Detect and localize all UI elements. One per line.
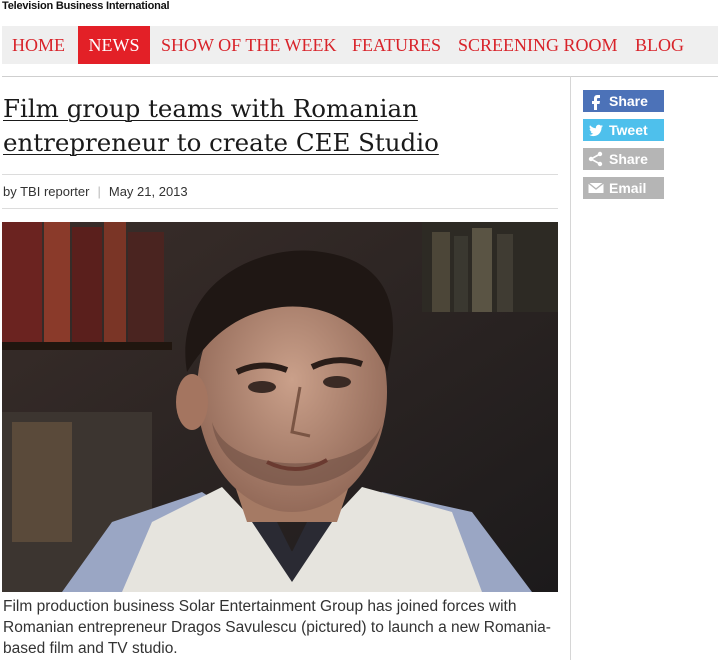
nav-news[interactable]: NEWS bbox=[78, 26, 150, 64]
photo-caption: Film production business Solar Entertain… bbox=[3, 598, 551, 657]
twitter-bird-icon bbox=[589, 124, 603, 137]
main-nav: HOME NEWS SHOW OF THE WEEK FEATURES SCRE… bbox=[2, 26, 718, 64]
nav-home[interactable]: HOME bbox=[12, 26, 65, 64]
nav-screening-room[interactable]: SCREENING ROOM bbox=[458, 26, 618, 64]
byline: by TBI reporter | May 21, 2013 bbox=[3, 184, 188, 199]
byline-separator: | bbox=[97, 184, 101, 199]
byline-divider-bottom bbox=[2, 208, 558, 209]
author: by TBI reporter bbox=[3, 184, 90, 199]
facebook-share-button[interactable]: Share bbox=[583, 90, 664, 112]
tweet-label: Tweet bbox=[609, 122, 648, 138]
nav-blog[interactable]: BLOG bbox=[635, 26, 684, 64]
article-headline[interactable]: Film group teams with Romanian entrepren… bbox=[3, 92, 563, 160]
byline-divider-top bbox=[2, 174, 558, 175]
share-icon bbox=[588, 151, 603, 167]
site-title[interactable]: Television Business International bbox=[2, 0, 170, 12]
publish-date: May 21, 2013 bbox=[108, 184, 188, 199]
facebook-icon bbox=[592, 95, 600, 110]
email-share-label: Email bbox=[609, 180, 647, 196]
generic-share-button[interactable]: Share bbox=[583, 148, 664, 170]
nav-divider bbox=[2, 76, 718, 77]
portrait-illustration bbox=[2, 222, 558, 592]
nav-show-of-the-week[interactable]: SHOW OF THE WEEK bbox=[161, 26, 337, 64]
email-share-button[interactable]: Email bbox=[583, 177, 664, 199]
generic-share-label: Share bbox=[609, 151, 648, 167]
tweet-button[interactable]: Tweet bbox=[583, 119, 664, 141]
envelope-icon bbox=[588, 182, 604, 193]
facebook-share-label: Share bbox=[609, 93, 648, 109]
nav-features[interactable]: FEATURES bbox=[352, 26, 441, 64]
article-photo bbox=[2, 222, 558, 592]
sidebar-divider bbox=[570, 76, 571, 660]
